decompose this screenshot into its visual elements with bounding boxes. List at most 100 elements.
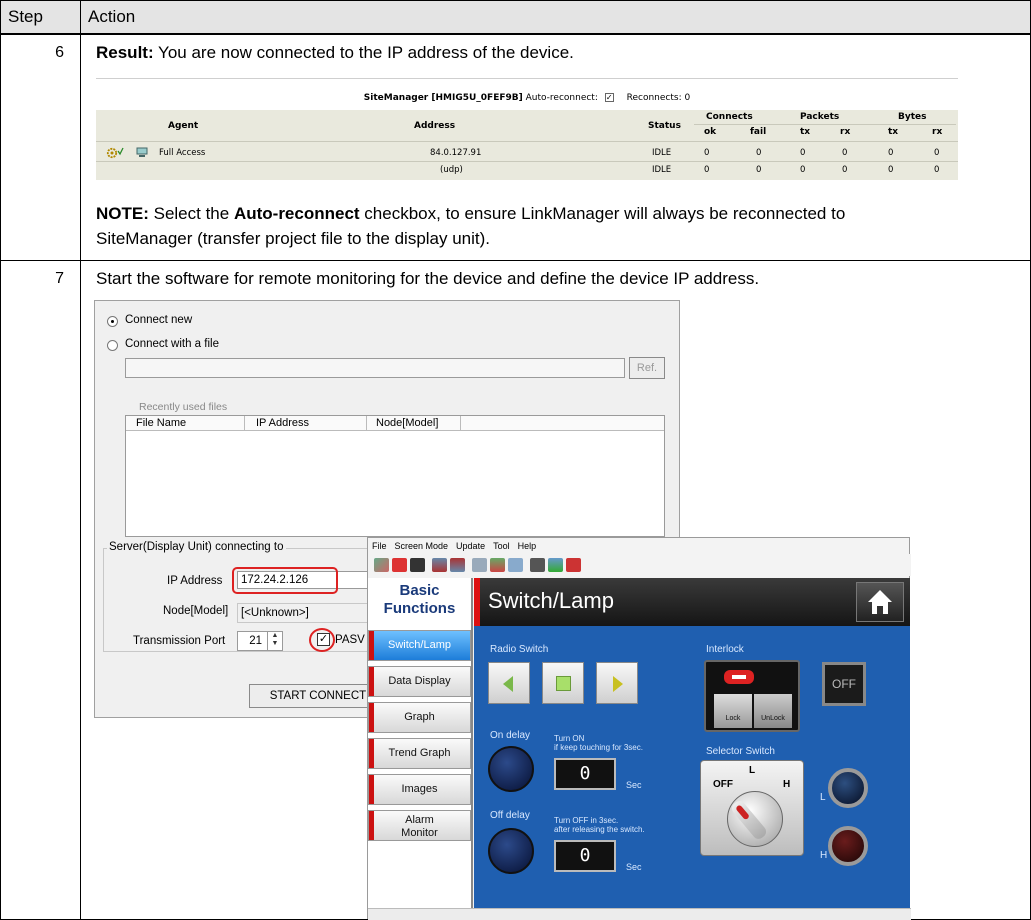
note-text: checkbox, to ensure LinkManager will alw… <box>359 204 846 223</box>
radio-left-button[interactable] <box>488 662 530 704</box>
nav-alarm-monitor[interactable]: Alarm Monitor <box>368 810 471 841</box>
lamp-h-label: H <box>820 850 828 861</box>
nav-switch-lamp[interactable]: Switch/Lamp <box>368 630 471 661</box>
menu-tool[interactable]: Tool <box>493 541 510 551</box>
header-rule <box>96 141 958 142</box>
sitemanager-title: SiteManager [HMIG5U_0FEF9B] <box>363 93 523 103</box>
col-packets-tx: tx <box>800 127 811 137</box>
col-file-name[interactable]: File Name <box>136 417 186 429</box>
screen-title: Switch/Lamp <box>488 588 614 613</box>
agent-name[interactable]: Full Access <box>159 148 205 158</box>
off-button[interactable]: OFF <box>822 662 866 706</box>
lamp-l <box>828 768 868 808</box>
home-button[interactable] <box>856 582 904 622</box>
port-spinner[interactable]: ▲ ▼ <box>267 632 282 650</box>
port-label: Transmission Port <box>133 635 226 647</box>
ip-label: IP Address <box>167 575 223 587</box>
menu-update[interactable]: Update <box>456 541 485 551</box>
on-delay-label: On delay <box>490 730 531 741</box>
connect-new-label: Connect new <box>125 314 193 326</box>
reconnects-label: Reconnects: 0 <box>626 93 691 103</box>
col-bytes: Bytes <box>898 112 927 122</box>
connect-icon[interactable] <box>374 558 389 572</box>
selector-switch[interactable]: OFF L H <box>700 760 804 856</box>
header-action: Action <box>88 7 136 26</box>
col-status: Status <box>648 121 681 131</box>
connect-file-radio[interactable] <box>107 340 118 351</box>
nav-label: Trend Graph <box>388 747 451 759</box>
transfer-icon[interactable] <box>450 558 465 572</box>
row-divider <box>0 260 1031 261</box>
note-text: SiteManager (transfer project file to th… <box>96 229 491 248</box>
node-model-field: [<Unknown>] <box>237 603 387 623</box>
address-value: (udp) <box>440 165 463 175</box>
server-group-label: Server(Display Unit) connecting to <box>107 541 286 553</box>
menu-help[interactable]: Help <box>518 541 537 551</box>
nav-images[interactable]: Images <box>368 774 471 805</box>
sitemanager-panel: SiteManager [HMIG5U_0FEF9B] Auto-reconne… <box>96 78 958 182</box>
menu-file[interactable]: File <box>372 541 387 551</box>
bytes-tx-value: 0 <box>888 165 894 175</box>
save-icon[interactable] <box>410 558 425 572</box>
row-divider <box>0 34 1031 35</box>
camera-icon[interactable] <box>530 558 545 572</box>
open-folder-icon[interactable] <box>392 558 407 572</box>
packets-rx-value: 0 <box>842 165 848 175</box>
step-number: 7 <box>55 270 64 287</box>
selector-knob <box>727 791 783 847</box>
nav-data-display[interactable]: Data Display <box>368 666 471 697</box>
hmi-window: File Screen Mode Update Tool Help Basic Funct… <box>367 537 911 920</box>
device-icon[interactable] <box>490 558 505 572</box>
radio-center-button[interactable] <box>542 662 584 704</box>
table-header <box>0 0 1031 34</box>
highlight-ring <box>309 628 335 652</box>
bytes-tx-value: 0 <box>888 148 894 158</box>
refresh-icon[interactable] <box>472 558 487 572</box>
off-delay-button[interactable] <box>488 828 534 874</box>
unlock-button[interactable]: UnLock <box>754 694 792 728</box>
on-delay-button[interactable] <box>488 746 534 792</box>
selector-switch-label: Selector Switch <box>706 746 775 757</box>
col-ok: ok <box>704 127 717 137</box>
knob-indicator <box>735 804 751 821</box>
radio-right-button[interactable] <box>596 662 638 704</box>
function-nav: Basic Functions Switch/Lamp Data Display … <box>368 578 473 908</box>
col-node-model[interactable]: Node[Model] <box>376 417 438 429</box>
nav-title: Basic Functions <box>368 582 471 618</box>
packets-tx-value: 0 <box>800 165 806 175</box>
turn-on-caption: Turn ON if keep touching for 3sec. <box>554 734 643 752</box>
col-ip-address[interactable]: IP Address <box>256 417 309 429</box>
id-icon[interactable] <box>566 558 581 572</box>
tool-icon[interactable] <box>508 558 523 572</box>
result-text: You are now connected to the IP address … <box>153 43 574 62</box>
header-rule <box>694 124 956 125</box>
col-bytes-rx: rx <box>932 127 943 137</box>
knob-handle <box>729 798 769 842</box>
col-divider <box>460 416 461 431</box>
off-delay-label: Off delay <box>490 810 530 821</box>
auto-reconnect-checkbox[interactable]: ✓ <box>604 93 614 102</box>
file-path-input[interactable] <box>125 358 625 378</box>
computer-icon <box>136 147 148 161</box>
turn-off-caption: Turn OFF in 3sec. after releasing the swi… <box>554 816 645 834</box>
connect-file-label: Connect with a file <box>125 338 219 350</box>
screen-titlebar: Switch/Lamp <box>474 578 910 626</box>
procedure-table: Step Action 6 Result: You are now connec… <box>0 0 1031 920</box>
col-bytes-tx: tx <box>888 127 899 137</box>
col-fail: fail <box>750 127 767 137</box>
lock-button[interactable]: Lock <box>714 694 752 728</box>
nav-graph[interactable]: Graph <box>368 702 471 733</box>
caption-line: Turn OFF in 3sec. <box>554 816 619 825</box>
transfer-icon[interactable] <box>432 558 447 572</box>
nav-trend-graph[interactable]: Trend Graph <box>368 738 471 769</box>
ref-button[interactable]: Ref. <box>629 357 665 379</box>
menu-screen-mode[interactable]: Screen Mode <box>395 541 449 551</box>
connect-new-radio[interactable] <box>107 316 118 327</box>
pasv-label: PASV <box>335 634 365 646</box>
interlock-switch[interactable]: Lock UnLock <box>704 660 800 732</box>
auto-reconnect-label: Auto-reconnect: <box>525 93 598 103</box>
settings-icon[interactable] <box>548 558 563 572</box>
lamp-l-label: L <box>820 792 826 803</box>
recent-files-list[interactable]: File Name IP Address Node[Model] <box>125 415 665 537</box>
gear-icon[interactable] <box>106 147 124 162</box>
